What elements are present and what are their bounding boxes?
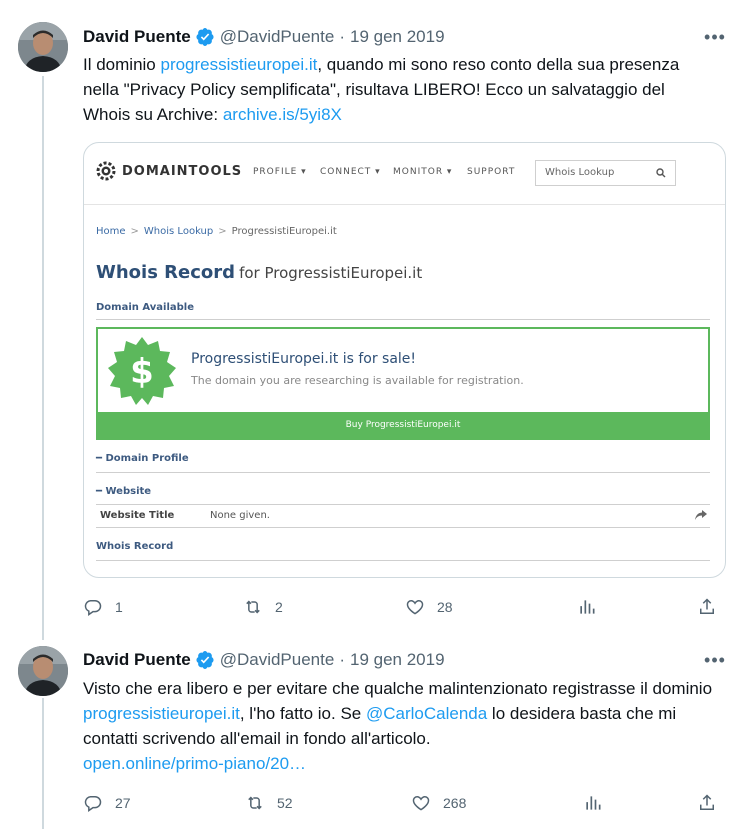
author-name[interactable]: David Puente — [83, 27, 191, 47]
reply-button[interactable]: 27 — [83, 791, 131, 815]
for-sale-headline: ProgressistiEuropei.it is for sale! — [191, 351, 417, 367]
whois-title: Whois Record for ProgressistiEuropei.it — [96, 262, 422, 283]
tweet-text: Il dominio progressistieuropei.it, quand… — [83, 52, 713, 127]
share-button[interactable] — [697, 791, 717, 815]
divider — [96, 560, 710, 561]
avatar[interactable] — [18, 22, 68, 72]
retweet-count: 2 — [275, 599, 283, 615]
dollar-seal-icon: $ — [108, 337, 176, 405]
more-options-icon[interactable]: ••• — [703, 25, 727, 49]
article-link[interactable]: open.online/primo-piano/20… — [83, 754, 306, 773]
like-count: 268 — [443, 795, 467, 811]
website-section: ━ Website — [96, 486, 152, 497]
share-icon — [700, 598, 714, 614]
for-sale-subtext: The domain you are researching is availa… — [191, 374, 524, 387]
website-title-label: Website Title — [100, 510, 175, 521]
domain-profile-section: ━ Domain Profile — [96, 453, 189, 464]
tweet-text-part: Il dominio — [83, 55, 161, 74]
verified-badge-icon — [195, 650, 215, 670]
separator-dot: · — [339, 650, 345, 669]
domaintools-gear-icon — [96, 161, 116, 181]
nav-connect: CONNECT ▾ — [320, 167, 381, 177]
media-card[interactable]: DOMAINTOOLS PROFILE ▾ CONNECT ▾ MONITOR … — [83, 142, 726, 578]
tweet-actions: 27 52 268 — [83, 791, 723, 815]
tweet-text-part: Visto che era libero e per evitare che q… — [83, 679, 713, 698]
retweet-icon — [246, 600, 260, 614]
tweet-header: David Puente @DavidPuente · 19 gen 2019 — [83, 648, 445, 672]
mention-link[interactable]: @CarloCalenda — [366, 704, 487, 723]
analytics-icon — [586, 796, 601, 810]
heart-icon — [412, 795, 430, 811]
retweet-icon — [248, 796, 262, 810]
search-icon — [656, 168, 666, 178]
domaintools-header: DOMAINTOOLS PROFILE ▾ CONNECT ▾ MONITOR … — [84, 143, 725, 205]
thread-line — [42, 698, 44, 829]
for-sale-box: $ ProgressistiEuropei.it is for sale! Th… — [96, 327, 710, 440]
nav-monitor: MONITOR ▾ — [393, 167, 453, 177]
reply-icon — [84, 600, 102, 616]
reply-count: 27 — [115, 795, 131, 811]
whois-title-main: Whois Record — [96, 262, 236, 283]
breadcrumb-whois: Whois Lookup — [143, 226, 214, 237]
author-name[interactable]: David Puente — [83, 650, 191, 670]
share-icon — [700, 794, 714, 810]
tweet-2[interactable]: David Puente @DavidPuente · 19 gen 2019 … — [0, 640, 749, 829]
whois-record-section: Whois Record — [96, 541, 174, 552]
author-handle[interactable]: @DavidPuente — [220, 650, 335, 670]
breadcrumb: Home > Whois Lookup > ProgressistiEuropei.it — [96, 226, 337, 237]
breadcrumb-home: Home — [96, 226, 126, 237]
breadcrumb-separator: > — [130, 226, 139, 237]
verified-badge-icon — [195, 27, 215, 47]
separator-dot: · — [339, 27, 345, 46]
domain-link[interactable]: progressistieuropei.it — [83, 704, 240, 723]
nav-profile: PROFILE ▾ — [253, 167, 307, 177]
avatar[interactable] — [18, 646, 68, 696]
like-button[interactable]: 28 — [405, 595, 453, 619]
divider — [96, 472, 710, 473]
retweet-button[interactable]: 2 — [243, 595, 283, 619]
divider — [96, 504, 710, 505]
author-handle[interactable]: @DavidPuente — [220, 27, 335, 47]
like-count: 28 — [437, 599, 453, 615]
tweet-text: Visto che era libero e per evitare che q… — [83, 676, 713, 776]
whois-search-box: Whois Lookup — [535, 160, 676, 186]
website-title-value: None given. — [210, 510, 270, 521]
reply-icon — [84, 796, 102, 812]
views-button[interactable] — [577, 595, 597, 619]
tweet-date[interactable]: 19 gen 2019 — [350, 650, 445, 670]
like-button[interactable]: 268 — [411, 791, 466, 815]
buy-domain-button: Buy ProgressistiEuropei.it — [98, 412, 708, 438]
domaintools-logo: DOMAINTOOLS — [96, 161, 242, 181]
domain-link[interactable]: progressistieuropei.it — [160, 55, 317, 74]
breadcrumb-domain: ProgressistiEuropei.it — [231, 226, 337, 237]
whois-title-for: for ProgressistiEuropei.it — [239, 264, 423, 282]
more-options-icon[interactable]: ••• — [703, 648, 727, 672]
heart-icon — [406, 599, 424, 615]
tweet-header: David Puente @DavidPuente · 19 gen 2019 — [83, 25, 445, 49]
analytics-icon — [580, 600, 595, 614]
share-arrow-icon — [695, 510, 707, 520]
domaintools-logo-text: DOMAINTOOLS — [122, 163, 243, 179]
divider — [96, 527, 710, 528]
breadcrumb-separator: > — [218, 226, 227, 237]
tweet-date[interactable]: 19 gen 2019 — [350, 27, 445, 47]
reply-button[interactable]: 1 — [83, 595, 123, 619]
reply-count: 1 — [115, 599, 123, 615]
share-button[interactable] — [697, 595, 717, 619]
whois-search-placeholder: Whois Lookup — [545, 167, 615, 178]
retweet-button[interactable]: 52 — [245, 791, 293, 815]
nav-support: SUPPORT — [467, 167, 516, 177]
views-button[interactable] — [583, 791, 603, 815]
tweet-actions: 1 2 28 — [83, 595, 723, 619]
divider — [96, 319, 710, 320]
tweet-1[interactable]: David Puente @DavidPuente · 19 gen 2019 … — [0, 0, 749, 640]
archive-link[interactable]: archive.is/5yi8X — [223, 105, 342, 124]
domaintools-screenshot: DOMAINTOOLS PROFILE ▾ CONNECT ▾ MONITOR … — [84, 143, 725, 577]
retweet-count: 52 — [277, 795, 293, 811]
domain-available-label: Domain Available — [96, 302, 194, 313]
thread-line — [42, 76, 44, 640]
svg-text:$: $ — [130, 352, 154, 392]
tweet-text-part: , l'ho fatto io. Se — [239, 704, 366, 723]
